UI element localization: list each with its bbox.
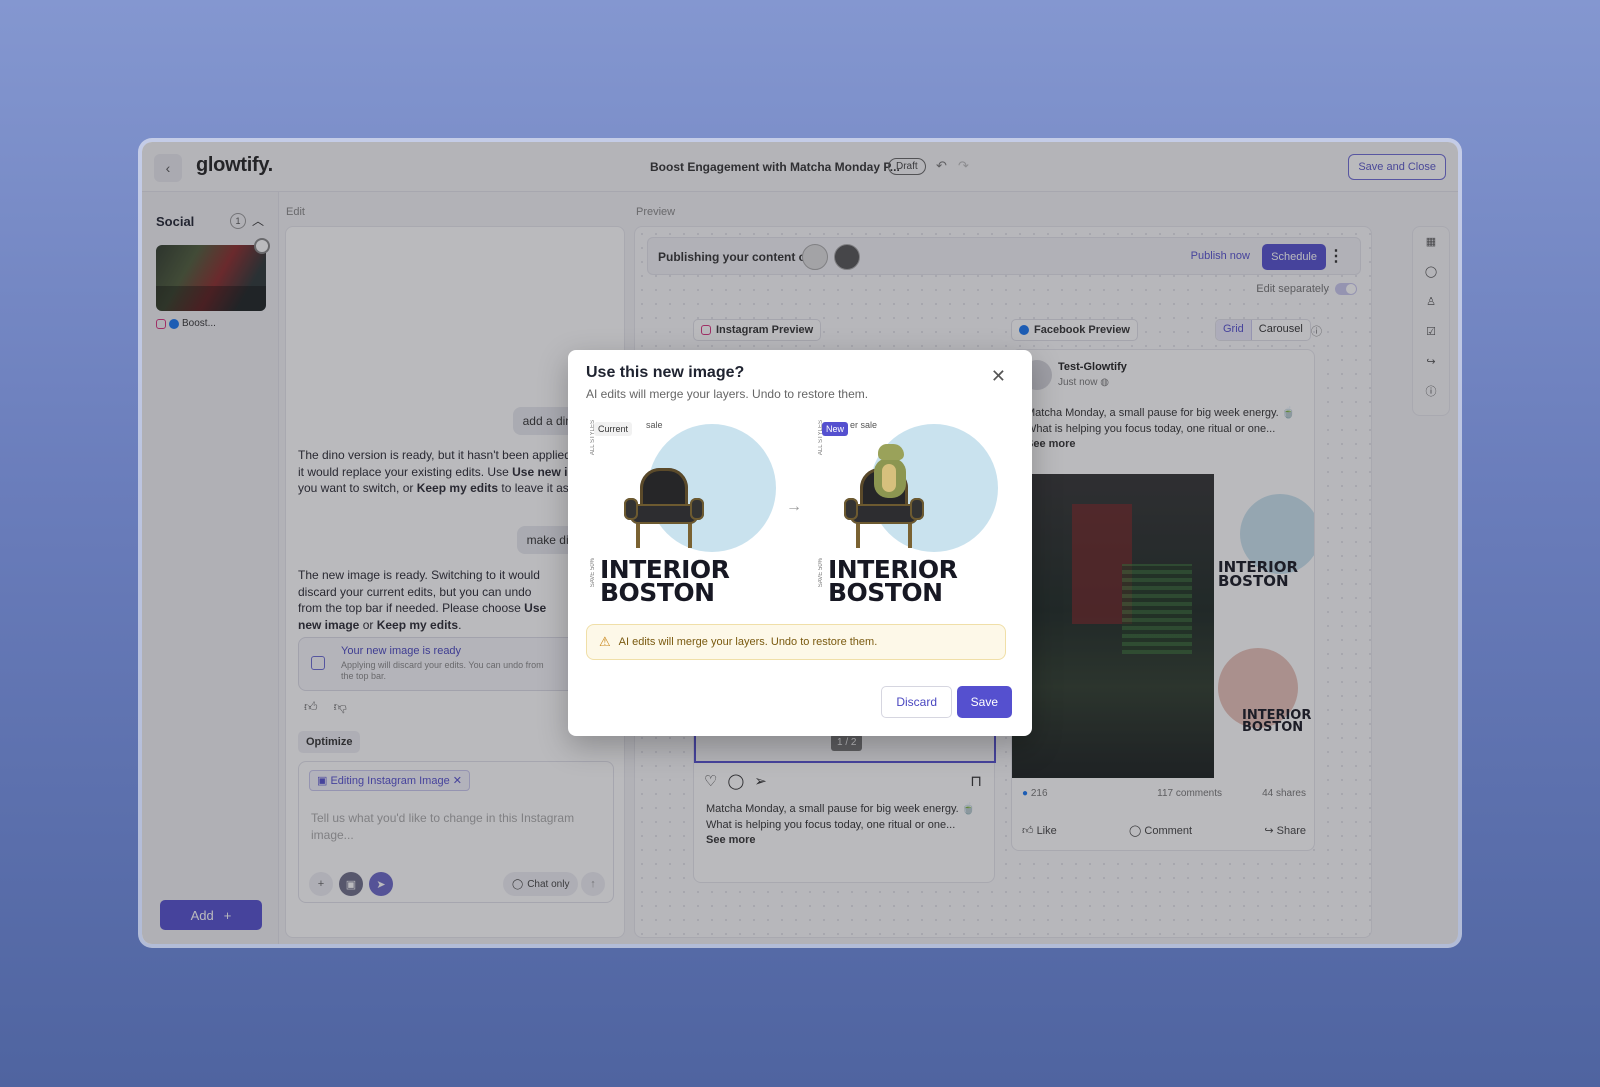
- new-tag: New: [822, 422, 849, 436]
- discard-button[interactable]: Discard: [881, 686, 952, 718]
- image-small-text: sale: [646, 420, 663, 430]
- current-tag: Current: [594, 422, 633, 436]
- dialog-title: Use this new image?: [586, 364, 745, 381]
- image-side-text: SAVE 50%: [818, 558, 824, 588]
- save-button[interactable]: Save: [956, 686, 1012, 718]
- warning-icon: ⚠: [599, 634, 611, 649]
- warning-text: AI edits will merge your layers. Undo to…: [618, 636, 878, 648]
- new-image[interactable]: ALL STYLES SAVE 50% New er sale INTERIOR…: [814, 416, 1006, 612]
- image-small-text: er sale: [850, 420, 878, 430]
- arrow-right-icon: →: [786, 498, 802, 515]
- close-icon[interactable]: ✕: [991, 366, 1006, 387]
- use-new-image-dialog: Use this new image? AI edits will merge …: [568, 350, 1032, 736]
- dinosaur-image: [870, 444, 910, 508]
- current-image[interactable]: ALL STYLES SAVE 50% Current sale INTERIO…: [586, 416, 778, 612]
- image-side-text: SAVE 50%: [590, 558, 596, 588]
- dialog-subtitle: AI edits will merge your layers. Undo to…: [586, 387, 869, 401]
- image-headline: INTERIOR BOSTON: [600, 555, 730, 607]
- image-headline: INTERIOR BOSTON: [828, 555, 958, 607]
- armchair-image: [624, 468, 704, 554]
- merge-warning: ⚠ AI edits will merge your layers. Undo …: [586, 624, 1006, 660]
